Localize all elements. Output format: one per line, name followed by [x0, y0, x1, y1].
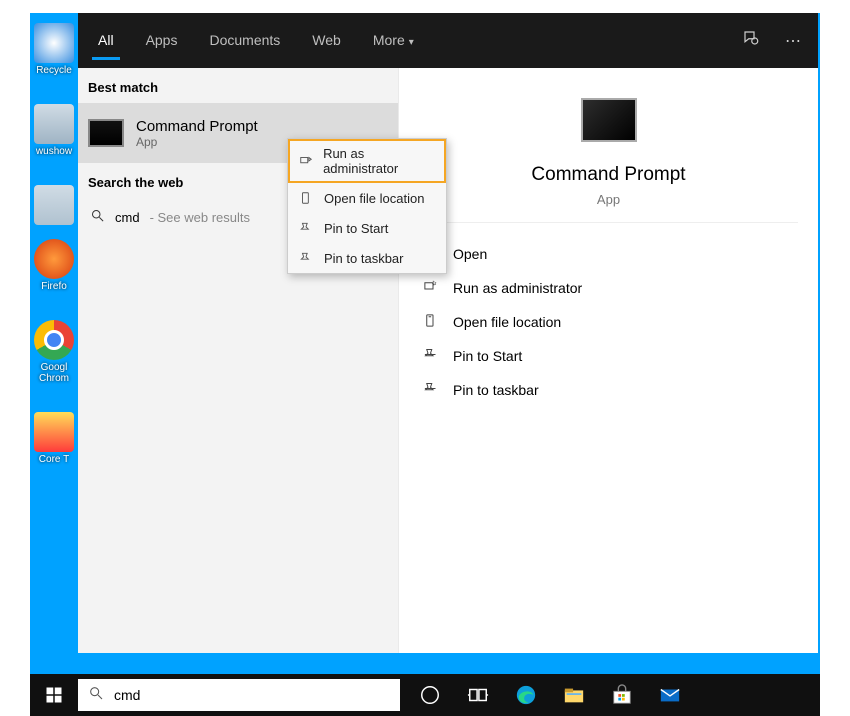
action-open-location[interactable]: Open file location [415, 305, 802, 339]
desktop-icon-coretemp[interactable]: Core T [30, 412, 78, 465]
pin-icon [298, 220, 314, 236]
tab-documents[interactable]: Documents [193, 13, 296, 68]
folder-icon [298, 190, 314, 206]
desktop-icons: Recycle wushow Firefo Googl Chrom Core T [30, 13, 78, 493]
tab-web[interactable]: Web [296, 13, 357, 68]
action-pin-taskbar[interactable]: Pin to taskbar [415, 373, 802, 407]
start-search-panel: All Apps Documents Web More▾ ⋯ Best matc… [78, 13, 818, 653]
result-subtitle: App [136, 135, 258, 149]
action-run-admin[interactable]: Run as administrator [415, 271, 802, 305]
ctx-run-admin[interactable]: Run as administrator [288, 139, 446, 183]
preview-cmd-icon [581, 98, 637, 142]
start-button[interactable] [30, 674, 78, 716]
pin-icon [421, 381, 439, 399]
edge-icon[interactable] [502, 674, 550, 716]
desktop-icon-chrome[interactable]: Googl Chrom [30, 320, 78, 384]
folder-icon [421, 313, 439, 331]
cortana-icon[interactable] [406, 674, 454, 716]
desktop-icon-app[interactable]: wushow [30, 104, 78, 157]
search-icon [88, 685, 104, 706]
shield-icon [298, 153, 313, 169]
tab-apps[interactable]: Apps [130, 13, 194, 68]
more-options-icon[interactable]: ⋯ [772, 31, 814, 51]
store-icon[interactable] [598, 674, 646, 716]
preview-actions: Open Run as administrator Open file loca… [399, 223, 818, 421]
ctx-pin-taskbar[interactable]: Pin to taskbar [288, 243, 446, 273]
feedback-icon[interactable] [730, 29, 772, 52]
cmd-icon [88, 119, 124, 147]
explorer-icon[interactable] [550, 674, 598, 716]
search-icon [90, 208, 105, 226]
tab-more[interactable]: More▾ [357, 13, 430, 68]
pin-icon [298, 250, 314, 266]
ctx-pin-start[interactable]: Pin to Start [288, 213, 446, 243]
shield-icon [421, 279, 439, 297]
action-open[interactable]: Open [415, 237, 802, 271]
mail-icon[interactable] [646, 674, 694, 716]
desktop-icon-firefox[interactable]: Firefo [30, 239, 78, 292]
tab-all[interactable]: All [82, 13, 130, 68]
task-view-icon[interactable] [454, 674, 502, 716]
preview-pane: Command Prompt App Open Run as administr… [398, 68, 818, 653]
taskbar [30, 674, 820, 716]
pin-icon [421, 347, 439, 365]
desktop-icon-app2[interactable] [30, 185, 78, 225]
ctx-open-location[interactable]: Open file location [288, 183, 446, 213]
preview-title: Command Prompt [439, 164, 778, 186]
search-input[interactable] [114, 687, 390, 703]
context-menu: Run as administrator Open file location … [287, 138, 447, 274]
result-title: Command Prompt [136, 118, 258, 135]
action-pin-start[interactable]: Pin to Start [415, 339, 802, 373]
desktop-icon-recycle[interactable]: Recycle [30, 23, 78, 76]
taskbar-search[interactable] [78, 679, 400, 711]
search-tabs: All Apps Documents Web More▾ ⋯ [78, 13, 818, 68]
preview-subtitle: App [439, 192, 778, 207]
best-match-label: Best match [78, 68, 398, 103]
chevron-down-icon: ▾ [409, 37, 414, 48]
